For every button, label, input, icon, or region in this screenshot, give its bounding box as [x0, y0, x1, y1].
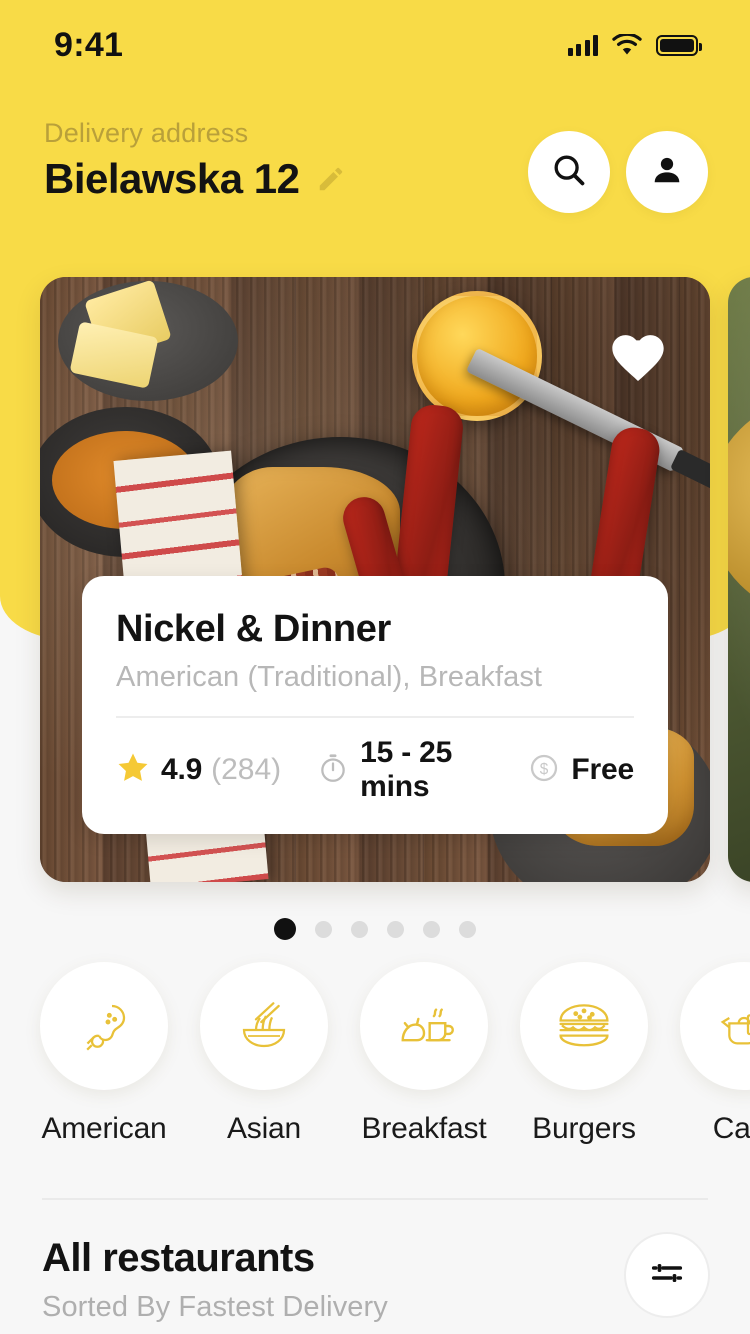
category-label: Cafe — [712, 1112, 750, 1145]
restaurant-name: Nickel & Dinner — [116, 608, 391, 650]
battery-full-icon — [656, 34, 702, 56]
card-divider — [116, 716, 634, 718]
search-button[interactable] — [528, 131, 610, 213]
category-item-american[interactable]: American — [40, 962, 168, 1146]
pagination-dot[interactable] — [351, 920, 368, 938]
delivery-time-group: 15 - 25 mins — [317, 736, 492, 804]
svg-text:$: $ — [540, 761, 549, 778]
person-icon — [649, 152, 685, 193]
dollar-circle-icon: $ — [528, 752, 560, 789]
pagination-dot[interactable] — [459, 920, 476, 938]
restaurant-photo-next — [728, 277, 750, 882]
category-label: Breakfast — [361, 1112, 487, 1145]
rating-value: 4.9 — [161, 753, 203, 786]
category-item-breakfast[interactable]: Breakfast — [360, 962, 488, 1146]
status-bar-clock: 9:41 — [54, 25, 124, 64]
section-divider — [42, 1198, 708, 1200]
all-restaurants-section: All restaurants Sorted By Fastest Delive… — [42, 1232, 710, 1324]
carousel-pagination[interactable] — [0, 918, 750, 940]
sliders-filter-icon — [647, 1253, 687, 1298]
pagination-dot[interactable] — [423, 920, 440, 938]
category-item-asian[interactable]: Asian — [200, 962, 328, 1146]
profile-button[interactable] — [626, 131, 708, 213]
teapot-icon — [680, 962, 750, 1090]
restaurant-meta-row: 4.9 (284) 15 - 25 mins $ Free — [116, 736, 634, 804]
restaurant-card-next[interactable] — [728, 277, 750, 882]
delivery-address-value: Bielawska 12 — [44, 155, 300, 202]
restaurant-info-card: Nickel & Dinner American (Traditional), … — [82, 576, 668, 834]
restaurant-card[interactable]: Nickel & Dinner American (Traditional), … — [40, 277, 710, 882]
search-icon — [550, 151, 588, 194]
filter-button[interactable] — [624, 1232, 710, 1318]
pencil-icon[interactable] — [316, 164, 346, 194]
rating-count: (284) — [211, 753, 282, 786]
restaurant-carousel[interactable]: Nickel & Dinner American (Traditional), … — [0, 277, 750, 882]
delivery-fee-value: Free — [571, 753, 634, 786]
app-screen: 9:41 Delivery address Bielawska 12 Nicke… — [0, 0, 750, 1334]
pagination-dot[interactable] — [315, 920, 332, 938]
section-title: All restaurants — [42, 1236, 315, 1280]
restaurant-cuisine: American (Traditional), Breakfast — [116, 661, 543, 693]
pagination-dot[interactable] — [274, 918, 296, 940]
category-label: Burgers — [532, 1112, 636, 1145]
noodle-bowl-icon — [200, 962, 328, 1090]
delivery-address-block[interactable]: Delivery address Bielawska 12 — [44, 118, 346, 203]
rating-group: 4.9 (284) — [116, 751, 281, 790]
category-item-burgers[interactable]: Burgers — [520, 962, 648, 1146]
category-label: Asian — [226, 1112, 302, 1145]
status-bar: 9:41 — [0, 0, 750, 90]
category-item-cafe[interactable]: Cafe — [680, 962, 750, 1146]
pagination-dot[interactable] — [387, 920, 404, 938]
delivery-fee-group: $ Free — [528, 752, 634, 789]
wifi-icon — [612, 34, 642, 56]
stopwatch-icon — [317, 752, 349, 789]
delivery-time-value: 15 - 25 mins — [360, 736, 453, 803]
burger-icon — [520, 962, 648, 1090]
delivery-address-label: Delivery address — [44, 118, 249, 148]
chicken-drumstick-icon — [40, 962, 168, 1090]
cellular-signal-icon — [567, 34, 598, 56]
star-icon — [116, 751, 150, 790]
croissant-coffee-icon — [360, 962, 488, 1090]
favorite-button[interactable] — [610, 331, 666, 383]
category-label: American — [41, 1112, 167, 1145]
heart-icon — [610, 335, 666, 387]
category-list[interactable]: American Asian Breakfast Burgers Ca — [0, 962, 750, 1146]
header-actions — [528, 131, 708, 213]
section-subtitle: Sorted By Fastest Delivery — [42, 1291, 388, 1323]
